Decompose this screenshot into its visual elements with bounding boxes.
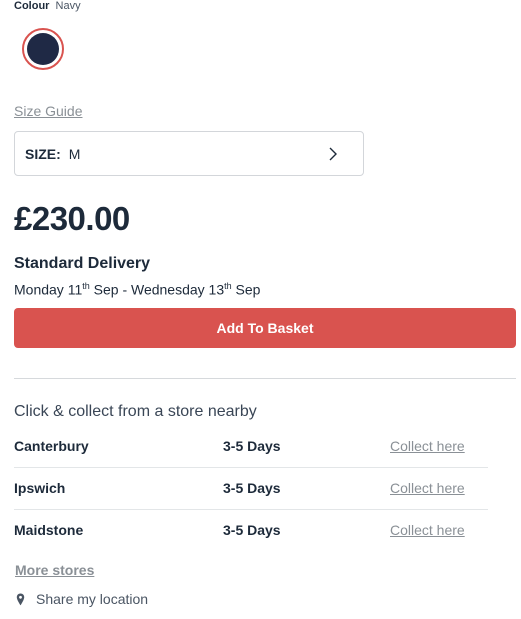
chevron-right-icon — [329, 147, 337, 161]
section-divider — [14, 378, 516, 379]
collect-here-link[interactable]: Collect here — [390, 522, 465, 538]
more-stores-link[interactable]: More stores — [15, 562, 94, 578]
store-days: 3-5 Days — [223, 438, 281, 454]
delivery-start-month: Sep - Wednesday 13 — [89, 281, 225, 298]
click-collect-heading: Click & collect from a store nearby — [14, 403, 257, 420]
store-days: 3-5 Days — [223, 480, 281, 496]
store-row: Maidstone 3-5 Days Collect here — [14, 510, 488, 551]
store-name: Maidstone — [14, 522, 84, 538]
add-to-basket-button[interactable]: Add To Basket — [14, 308, 516, 348]
collect-here-link[interactable]: Collect here — [390, 480, 465, 496]
share-location-link[interactable]: Share my location — [16, 591, 148, 607]
delivery-title: Standard Delivery — [14, 255, 151, 272]
store-list: Canterbury 3-5 Days Collect here Ipswich… — [14, 426, 488, 551]
collect-here-link[interactable]: Collect here — [390, 438, 465, 454]
delivery-start-day: Monday 11 — [14, 281, 83, 298]
size-guide-link[interactable]: Size Guide — [14, 103, 82, 119]
store-row: Canterbury 3-5 Days Collect here — [14, 426, 488, 468]
delivery-dates: Monday 11th Sep - Wednesday 13th Sep — [14, 281, 260, 298]
store-row: Ipswich 3-5 Days Collect here — [14, 468, 488, 510]
colour-label-row: Colour Navy — [14, 0, 81, 13]
map-pin-icon — [16, 593, 25, 605]
size-value: M — [68, 145, 81, 162]
delivery-start-suffix: th — [82, 281, 90, 291]
share-location-label: Share my location — [36, 591, 149, 607]
store-days: 3-5 Days — [223, 522, 281, 538]
size-label: SIZE: — [25, 145, 61, 162]
store-name: Ipswich — [14, 480, 66, 496]
product-price: £230.00 — [14, 200, 130, 237]
store-name: Canterbury — [14, 438, 89, 454]
colour-label: Colour — [14, 0, 50, 12]
colour-swatch-dot — [27, 33, 59, 65]
delivery-end-suffix: th — [224, 281, 232, 291]
colour-value: Navy — [55, 0, 81, 12]
size-selector[interactable]: SIZE: M — [14, 131, 364, 176]
delivery-end-month: Sep — [231, 281, 261, 298]
colour-swatch-navy[interactable] — [22, 28, 64, 70]
